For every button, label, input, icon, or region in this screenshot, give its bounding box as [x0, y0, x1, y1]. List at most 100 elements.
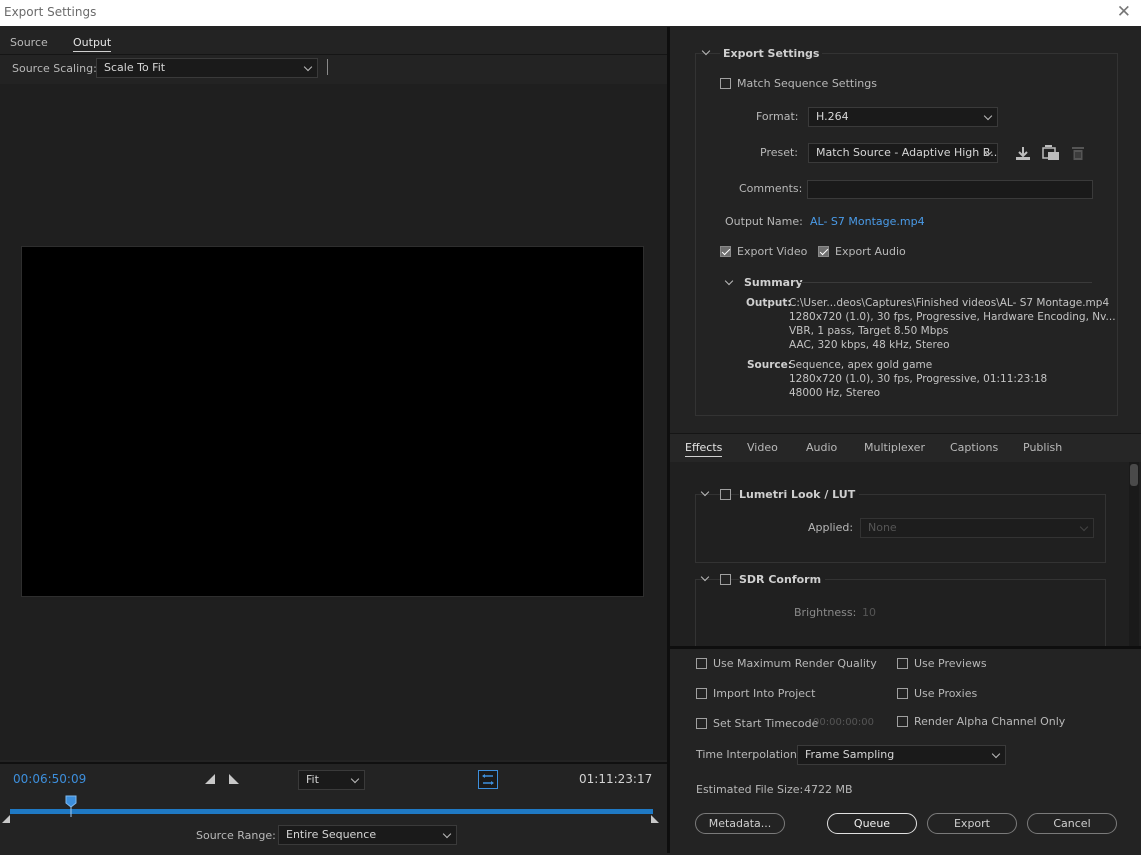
- sdr-brightness-value[interactable]: 10: [862, 606, 876, 619]
- set-start-timecode-checkbox[interactable]: [696, 718, 707, 729]
- comments-label: Comments:: [739, 182, 803, 195]
- estimated-size-value: 4722 MB: [804, 783, 853, 796]
- export-video-label[interactable]: Export Video: [737, 245, 807, 258]
- time-interpolation-dropdown[interactable]: Frame Sampling: [797, 745, 1006, 765]
- start-timecode-value[interactable]: 00:00:00:00: [813, 717, 874, 728]
- source-range-value: Entire Sequence: [286, 828, 377, 841]
- window-title: Export Settings: [4, 5, 97, 19]
- timeline-track[interactable]: [10, 795, 653, 817]
- chevron-down-icon: [350, 774, 360, 784]
- preset-dropdown[interactable]: Match Source - Adaptive High B...: [808, 143, 998, 163]
- import-preset-icon[interactable]: [1042, 145, 1060, 161]
- range-end-handle[interactable]: [651, 815, 661, 824]
- use-proxies-checkbox[interactable]: [897, 688, 908, 699]
- use-previews-label[interactable]: Use Previews: [914, 657, 987, 670]
- summary-source-line: 1280x720 (1.0), 30 fps, Progressive, 01:…: [789, 373, 1048, 385]
- preset-value: Match Source - Adaptive High B...: [816, 146, 998, 159]
- time-interpolation-label: Time Interpolation:: [696, 748, 801, 761]
- render-alpha-checkbox[interactable]: [897, 716, 908, 727]
- summary-output-line: C:\User...deos\Captures\Finished videos\…: [789, 297, 1110, 309]
- summary-output-label: Output:: [746, 297, 792, 309]
- title-bar: Export Settings ✕: [0, 0, 1141, 26]
- effects-scrollbar[interactable]: [1129, 462, 1139, 646]
- fit-value: Fit: [306, 773, 319, 786]
- use-proxies-label[interactable]: Use Proxies: [914, 687, 977, 700]
- chevron-down-icon: [991, 749, 1001, 759]
- summary-rule: [799, 282, 1092, 283]
- tab-captions[interactable]: Captions: [950, 441, 998, 454]
- sdr-section: [695, 579, 1106, 646]
- tab-publish[interactable]: Publish: [1023, 441, 1062, 454]
- export-audio-label[interactable]: Export Audio: [835, 245, 906, 258]
- metadata-button[interactable]: Metadata...: [695, 813, 785, 834]
- timeline-range: [10, 809, 653, 814]
- tab-video[interactable]: Video: [747, 441, 778, 454]
- safe-margins-icon[interactable]: [478, 770, 498, 789]
- source-scaling-value: Scale To Fit: [104, 61, 166, 74]
- source-scaling-label: Source Scaling:: [12, 62, 97, 75]
- sdr-brightness-label: Brightness:: [794, 606, 857, 619]
- summary-output-lines: C:\User...deos\Captures\Finished videos\…: [789, 296, 1116, 352]
- close-icon[interactable]: ✕: [1117, 2, 1131, 22]
- lumetri-label: Lumetri Look / LUT: [739, 488, 860, 501]
- max-render-quality-label[interactable]: Use Maximum Render Quality: [713, 657, 877, 670]
- queue-button[interactable]: Queue: [827, 813, 917, 834]
- current-timecode[interactable]: 00:06:50:09: [13, 772, 86, 786]
- lumetri-checkbox[interactable]: [720, 489, 731, 500]
- output-name-label: Output Name:: [725, 215, 803, 228]
- range-start-handle[interactable]: [2, 815, 12, 824]
- format-dropdown[interactable]: H.264: [808, 107, 998, 127]
- chevron-down-icon: [303, 62, 313, 72]
- effects-scroll-thumb[interactable]: [1130, 464, 1138, 486]
- mark-in-icon[interactable]: [205, 774, 215, 784]
- export-settings-heading: Export Settings: [720, 47, 823, 60]
- video-preview: [21, 246, 644, 597]
- comments-input[interactable]: [807, 180, 1093, 199]
- summary-output-line: AAC, 320 kbps, 48 kHz, Stereo: [789, 339, 950, 351]
- summary-output-line: VBR, 1 pass, Target 8.50 Mbps: [789, 325, 949, 337]
- export-video-checkbox[interactable]: [720, 246, 731, 257]
- export-audio-checkbox[interactable]: [818, 246, 829, 257]
- source-scaling-dropdown[interactable]: Scale To Fit: [96, 58, 318, 78]
- format-value: H.264: [816, 110, 849, 123]
- lumetri-applied-dropdown[interactable]: None: [860, 518, 1094, 538]
- source-range-label: Source Range:: [196, 829, 276, 842]
- summary-source-line: 48000 Hz, Stereo: [789, 387, 881, 399]
- max-render-quality-checkbox[interactable]: [696, 658, 707, 669]
- sdr-checkbox[interactable]: [720, 574, 731, 585]
- import-into-project-checkbox[interactable]: [696, 688, 707, 699]
- render-alpha-label[interactable]: Render Alpha Channel Only: [914, 715, 1065, 728]
- lumetri-applied-label: Applied:: [808, 521, 854, 534]
- source-range-dropdown[interactable]: Entire Sequence: [278, 825, 457, 845]
- mark-out-icon[interactable]: [229, 774, 239, 784]
- preset-label: Preset:: [760, 146, 799, 159]
- summary-source-line: Sequence, apex gold game: [789, 359, 933, 371]
- cancel-button[interactable]: Cancel: [1027, 813, 1117, 834]
- import-into-project-label[interactable]: Import Into Project: [713, 687, 815, 700]
- panel-divider[interactable]: [670, 646, 1141, 649]
- delete-preset-icon[interactable]: [1071, 145, 1085, 161]
- output-name-link[interactable]: AL- S7 Montage.mp4: [810, 215, 925, 228]
- save-preset-icon[interactable]: [1014, 145, 1032, 161]
- effects-panel: Lumetri Look / LUT Applied: None SDR Con…: [670, 462, 1141, 646]
- summary-output-line: 1280x720 (1.0), 30 fps, Progressive, Har…: [789, 311, 1116, 323]
- chevron-down-icon: [1079, 522, 1089, 532]
- tab-divider: [0, 54, 667, 55]
- tab-audio[interactable]: Audio: [806, 441, 837, 454]
- export-button[interactable]: Export: [927, 813, 1017, 834]
- match-sequence-checkbox[interactable]: [720, 78, 731, 89]
- tab-multiplexer[interactable]: Multiplexer: [864, 441, 925, 454]
- use-previews-checkbox[interactable]: [897, 658, 908, 669]
- summary-source-lines: Sequence, apex gold game 1280x720 (1.0),…: [789, 358, 1099, 400]
- set-start-timecode-label[interactable]: Set Start Timecode: [713, 717, 818, 730]
- summary-source-label: Source:: [747, 359, 792, 371]
- tab-output[interactable]: Output: [73, 36, 112, 52]
- toolbar-separator: [327, 59, 328, 75]
- fit-dropdown[interactable]: Fit: [298, 770, 365, 790]
- lumetri-applied-value: None: [868, 521, 897, 534]
- match-sequence-label[interactable]: Match Sequence Settings: [737, 77, 877, 90]
- tab-effects[interactable]: Effects: [685, 441, 723, 457]
- tab-source[interactable]: Source: [10, 36, 48, 49]
- mark-buttons: [205, 774, 239, 784]
- chevron-down-icon: [442, 829, 452, 839]
